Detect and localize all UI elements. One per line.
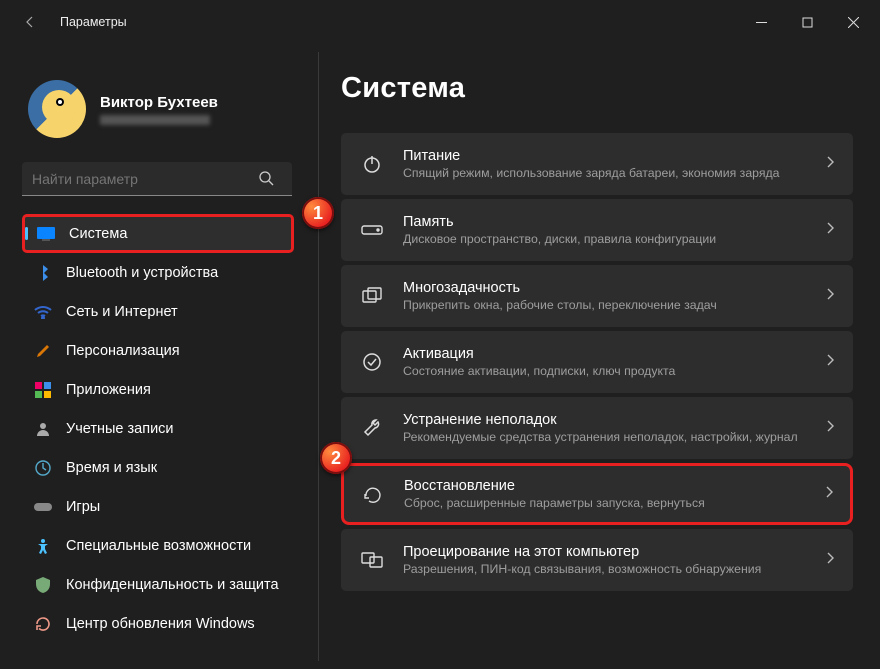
window-title: Параметры [60, 15, 127, 29]
card-desc: Сброс, расширенные параметры запуска, ве… [404, 496, 806, 510]
game-icon [34, 498, 52, 516]
nav-item-windows-update[interactable]: Центр обновления Windows [22, 604, 294, 643]
card-desc: Состояние активации, подписки, ключ прод… [403, 364, 807, 378]
main-pane: Система Питание Спящий режим, использова… [319, 44, 880, 669]
nav-item-personalization[interactable]: Персонализация [22, 331, 294, 370]
card-power[interactable]: Питание Спящий режим, использование заря… [341, 133, 853, 195]
card-desc: Спящий режим, использование заряда батар… [403, 166, 807, 180]
recovery-icon [360, 481, 386, 507]
accessibility-icon [34, 537, 52, 555]
card-title: Активация [403, 346, 807, 362]
person-icon [34, 420, 52, 438]
profile-name: Виктор Бухтеев [100, 94, 218, 111]
nav-item-system[interactable]: Система [22, 214, 294, 253]
minimize-button[interactable] [738, 6, 784, 38]
nav-label: Персонализация [66, 343, 180, 359]
apps-icon [34, 381, 52, 399]
profile-email-redacted [100, 115, 210, 125]
chevron-right-icon [825, 353, 835, 372]
nav-item-apps[interactable]: Приложения [22, 370, 294, 409]
check-badge-icon [359, 349, 385, 375]
update-icon [34, 615, 52, 633]
card-title: Проецирование на этот компьютер [403, 544, 807, 560]
close-button[interactable] [830, 6, 876, 38]
card-desc: Рекомендуемые средства устранения непола… [403, 430, 807, 444]
nav-label: Время и язык [66, 460, 157, 476]
card-multitasking[interactable]: Многозадачность Прикрепить окна, рабочие… [341, 265, 853, 327]
shield-icon [34, 576, 52, 594]
globe-clock-icon [34, 459, 52, 477]
card-title: Питание [403, 148, 807, 164]
nav-label: Учетные записи [66, 421, 174, 437]
nav-item-accounts[interactable]: Учетные записи [22, 409, 294, 448]
nav-label: Игры [66, 499, 100, 515]
nav-item-time-language[interactable]: Время и язык [22, 448, 294, 487]
card-storage[interactable]: Память Дисковое пространство, диски, пра… [341, 199, 853, 261]
multitask-icon [359, 283, 385, 309]
chevron-right-icon [825, 551, 835, 570]
project-icon [359, 547, 385, 573]
arrow-left-icon [22, 14, 38, 30]
titlebar: Параметры [0, 0, 880, 44]
card-title: Устранение неполадок [403, 412, 807, 428]
nav-label: Специальные возможности [66, 538, 251, 554]
nav-item-accessibility[interactable]: Специальные возможности [22, 526, 294, 565]
chevron-right-icon [824, 485, 834, 504]
card-desc: Прикрепить окна, рабочие столы, переключ… [403, 298, 807, 312]
card-title: Память [403, 214, 807, 230]
monitor-icon [37, 225, 55, 243]
search-box[interactable] [22, 162, 306, 196]
nav-label: Система [69, 226, 127, 242]
card-troubleshoot[interactable]: Устранение неполадок Рекомендуемые средс… [341, 397, 853, 459]
annotation-badge-2: 2 [320, 442, 352, 474]
nav-label: Конфиденциальность и защита [66, 577, 279, 593]
chevron-right-icon [825, 287, 835, 306]
avatar [28, 80, 86, 138]
annotation-badge-1: 1 [302, 197, 334, 229]
profile-block[interactable]: Виктор Бухтеев [28, 80, 306, 138]
nav-label: Bluetooth и устройства [66, 265, 218, 281]
nav-label: Приложения [66, 382, 151, 398]
card-desc: Дисковое пространство, диски, правила ко… [403, 232, 807, 246]
nav-label: Сеть и Интернет [66, 304, 178, 320]
settings-cards: Питание Спящий режим, использование заря… [341, 133, 876, 591]
minimize-icon [756, 17, 767, 28]
card-title: Многозадачность [403, 280, 807, 296]
power-icon [359, 151, 385, 177]
card-activation[interactable]: Активация Состояние активации, подписки,… [341, 331, 853, 393]
nav-item-network[interactable]: Сеть и Интернет [22, 292, 294, 331]
nav-item-bluetooth[interactable]: Bluetooth и устройства [22, 253, 294, 292]
maximize-button[interactable] [784, 6, 830, 38]
search-input[interactable] [22, 162, 292, 196]
nav-list: Система Bluetooth и устройства Сеть и Ин… [22, 214, 306, 643]
brush-icon [34, 342, 52, 360]
back-button[interactable] [12, 4, 48, 40]
chevron-right-icon [825, 221, 835, 240]
nav-item-gaming[interactable]: Игры [22, 487, 294, 526]
card-projecting[interactable]: Проецирование на этот компьютер Разрешен… [341, 529, 853, 591]
wrench-icon [359, 415, 385, 441]
chevron-right-icon [825, 155, 835, 174]
close-icon [848, 17, 859, 28]
storage-icon [359, 217, 385, 243]
nav-label: Центр обновления Windows [66, 616, 255, 632]
maximize-icon [802, 17, 813, 28]
wifi-icon [34, 303, 52, 321]
page-title: Система [341, 72, 876, 105]
window-controls [738, 6, 876, 38]
card-recovery[interactable]: Восстановление Сброс, расширенные параме… [341, 463, 853, 525]
bluetooth-icon [34, 264, 52, 282]
card-desc: Разрешения, ПИН-код связывания, возможно… [403, 562, 807, 576]
card-title: Восстановление [404, 478, 806, 494]
chevron-right-icon [825, 419, 835, 438]
nav-item-privacy[interactable]: Конфиденциальность и защита [22, 565, 294, 604]
sidebar: Виктор Бухтеев Система Bluetooth и устро… [0, 44, 318, 669]
